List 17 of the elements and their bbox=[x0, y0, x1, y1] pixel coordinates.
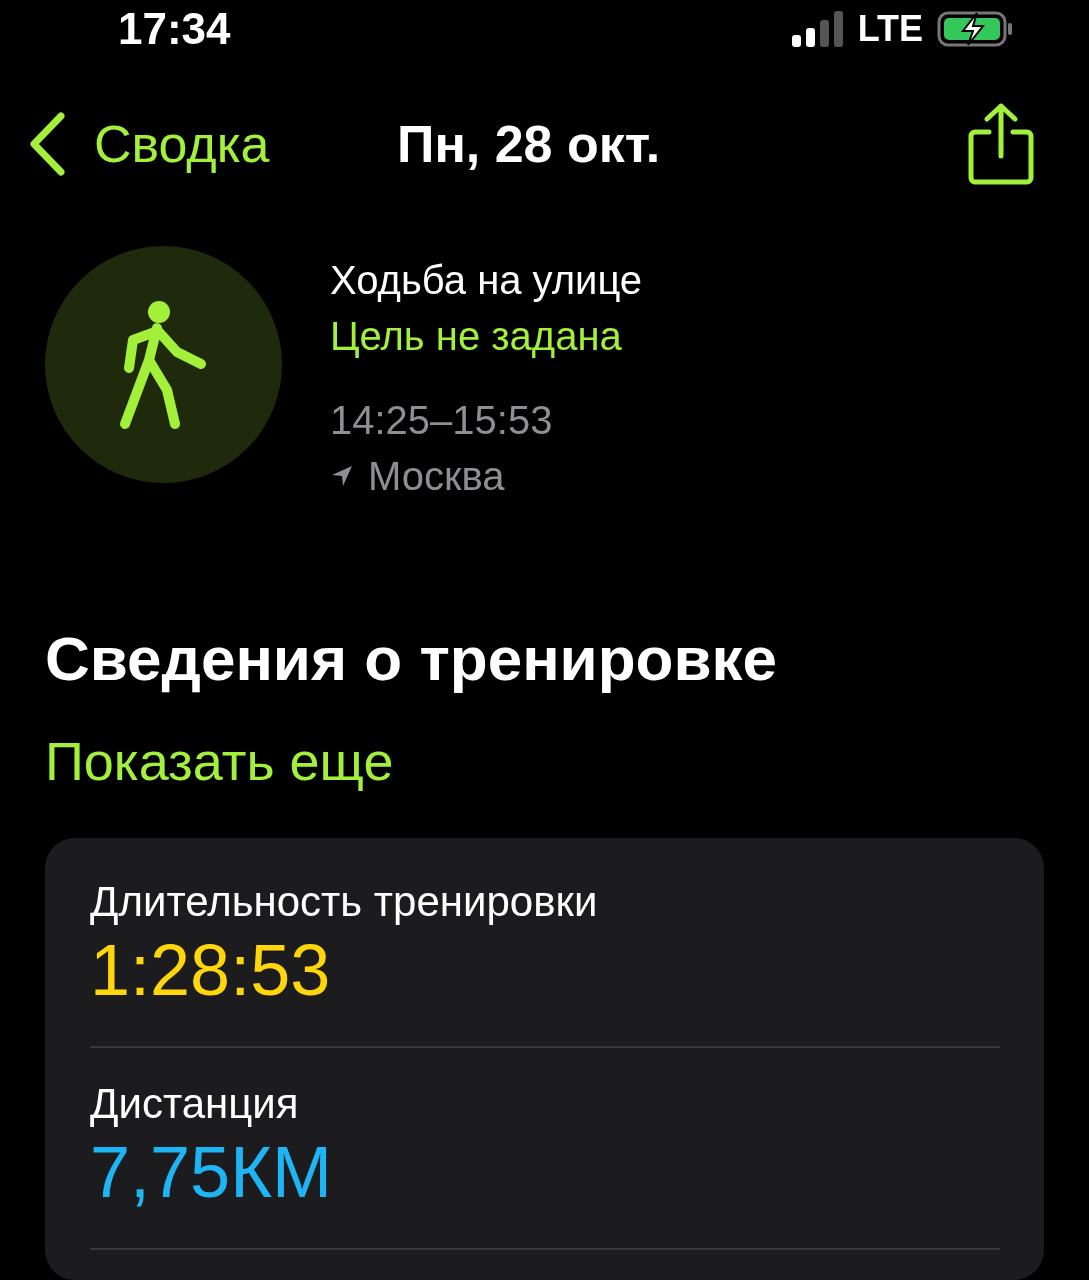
back-chevron-icon bbox=[28, 111, 66, 176]
workout-name: Ходьба на улице bbox=[330, 257, 643, 304]
share-icon bbox=[967, 101, 1035, 186]
network-label: LTE bbox=[857, 10, 923, 47]
metric-label: Длительность тренировки bbox=[90, 877, 599, 927]
share-button[interactable] bbox=[967, 101, 1035, 186]
signal-icon bbox=[791, 10, 844, 47]
status-time: 17:34 bbox=[118, 6, 231, 51]
workout-time-range: 14:25–15:53 bbox=[330, 397, 554, 444]
metric-value: 7,75КМ bbox=[90, 1131, 334, 1214]
workout-location: Москва bbox=[368, 453, 505, 500]
nav-title: Пн, 28 окт. bbox=[397, 117, 661, 170]
location-arrow-icon bbox=[330, 464, 354, 488]
back-button[interactable]: Сводка bbox=[28, 111, 270, 176]
workout-goal: Цель не задана bbox=[330, 313, 623, 360]
metric-label: Дистанция bbox=[90, 1079, 300, 1129]
metric-value: 1:28:53 bbox=[90, 929, 332, 1012]
